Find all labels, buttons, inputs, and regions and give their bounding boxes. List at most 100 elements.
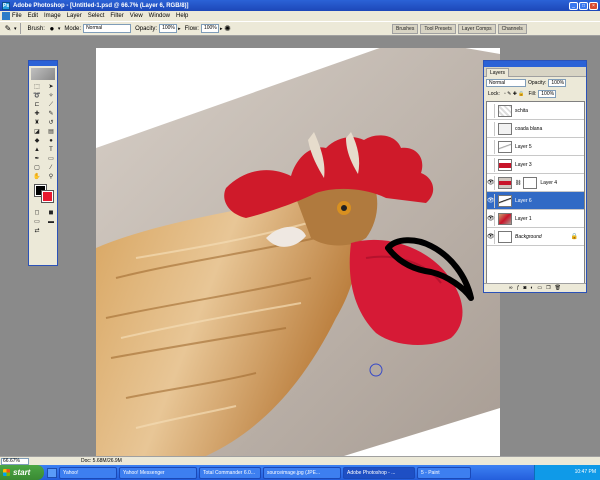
jump-to-imageready-icon[interactable]: ⇄ [31, 227, 43, 235]
well-tab-brushes[interactable]: Brushes [392, 24, 419, 34]
close-button[interactable]: × [589, 1, 598, 10]
brush-chevron-icon[interactable]: ▾ [58, 26, 61, 32]
menu-image[interactable]: Image [44, 13, 61, 19]
tab-layers[interactable]: Layers [486, 68, 510, 77]
menu-layer[interactable]: Layer [67, 13, 82, 19]
start-button[interactable]: start [0, 465, 44, 480]
blur-tool-icon[interactable]: ◆ [31, 137, 43, 145]
dodge-tool-icon[interactable]: ● [45, 137, 57, 145]
crop-tool-icon[interactable]: ⊏ [31, 101, 43, 109]
eye-icon[interactable]: 👁 [487, 193, 495, 208]
layer-row-background[interactable]: 👁 Background 🔒 [487, 228, 584, 246]
menu-window[interactable]: Window [149, 13, 170, 19]
brush-tool-icon[interactable]: ✎ [3, 24, 13, 34]
visibility-toggle[interactable] [487, 157, 495, 172]
task-paint[interactable]: 5 - Paint [417, 466, 471, 479]
move-tool-icon[interactable]: ➤ [45, 83, 57, 91]
layer-row-layer-1[interactable]: 👁 Layer 1 [487, 210, 584, 228]
type-tool-icon[interactable]: T [45, 146, 57, 154]
chain-link-icon[interactable]: ⛓ [515, 180, 521, 186]
screen-mode-icon[interactable]: ▭ [31, 218, 43, 226]
task-total-commander[interactable]: Total Commander 6.0... [199, 466, 261, 479]
tool-preset-chevron-icon[interactable]: ▾ [14, 26, 17, 32]
task-sourceimage[interactable]: sourceimage.jpg (JPE... [263, 466, 341, 479]
menu-select[interactable]: Select [88, 13, 105, 19]
visibility-toggle[interactable] [487, 139, 495, 154]
path-selection-tool-icon[interactable]: ▲ [31, 146, 43, 154]
gradient-tool-icon[interactable]: ▤ [45, 128, 57, 136]
marquee-tool-icon[interactable]: ⬚ [31, 83, 43, 91]
healing-brush-tool-icon[interactable]: ✚ [31, 110, 43, 118]
clock[interactable]: 10:47 PM [575, 469, 596, 475]
mode-select[interactable]: Normal [83, 24, 132, 33]
doc-size[interactable]: Doc: 5.68M/26.9M [81, 458, 122, 464]
menu-filter[interactable]: Filter [110, 13, 123, 19]
well-tab-channels[interactable]: Channels [497, 24, 527, 34]
clone-stamp-tool-icon[interactable]: ♜ [31, 119, 43, 127]
layer-row-schita[interactable]: schita [487, 102, 584, 120]
eraser-tool-icon[interactable]: ◪ [31, 128, 43, 136]
tools-palette-header[interactable] [29, 61, 57, 66]
task-yahoo-messenger[interactable]: Yahoo! Messenger [119, 466, 197, 479]
minimize-button[interactable]: _ [569, 1, 578, 10]
task-adobe-photoshop[interactable]: Adobe Photoshop - ... [343, 466, 415, 479]
lock-icons[interactable]: ▫ ✎ ✚ 🔒 [504, 91, 525, 97]
new-layer-icon[interactable]: ❐ [546, 285, 550, 291]
blend-mode-select[interactable]: Normal [486, 78, 526, 87]
fill-input[interactable]: 100% [538, 89, 557, 98]
slice-tool-icon[interactable]: ⟋ [45, 101, 57, 109]
quick-mask-mode-icon[interactable]: ◼ [45, 209, 57, 217]
layer-opacity-input[interactable]: 100% [548, 78, 567, 87]
layer-row-layer-6[interactable]: 👁 Layer 6 [487, 192, 584, 210]
new-group-icon[interactable]: ▭ [537, 285, 542, 291]
notes-tool-icon[interactable]: ▢ [31, 164, 43, 172]
flow-input[interactable]: 100% [200, 24, 219, 33]
standard-mode-icon[interactable]: ◻ [31, 209, 43, 217]
link-layers-icon[interactable]: ∞ [509, 285, 513, 291]
menu-help[interactable]: Help [176, 13, 188, 19]
layer-row-coada-blana[interactable]: coada blana [487, 120, 584, 138]
magic-wand-tool-icon[interactable]: ✧ [45, 92, 57, 100]
task-yahoo[interactable]: Yahoo! [59, 466, 117, 479]
layer-mask-thumbnail[interactable] [523, 176, 538, 189]
eyedropper-tool-icon[interactable]: ⁄ [45, 164, 57, 172]
palette-well: Brushes Tool Presets Layer Comps Channel… [392, 24, 527, 34]
quick-launch-icon[interactable] [47, 467, 57, 478]
lasso-tool-icon[interactable]: ➰ [31, 92, 43, 100]
pen-tool-icon[interactable]: ✒ [31, 155, 43, 163]
menu-view[interactable]: View [130, 13, 143, 19]
menu-edit[interactable]: Edit [28, 13, 38, 19]
visibility-toggle[interactable] [487, 121, 495, 136]
brush-tool-icon[interactable]: ✎ [45, 110, 57, 118]
adobe-feather-icon[interactable] [31, 68, 55, 80]
image-canvas[interactable] [96, 48, 500, 456]
well-tab-tool-presets[interactable]: Tool Presets [420, 24, 456, 34]
photoshop-app-icon[interactable]: Ps [2, 1, 10, 10]
layer-row-layer-4[interactable]: 👁 ⛓ Layer 4 [487, 174, 584, 192]
add-mask-icon[interactable]: ◙ [523, 285, 526, 291]
maximize-button[interactable]: □ [579, 1, 588, 10]
full-screen-mode-icon[interactable]: ▬ [45, 218, 57, 226]
history-brush-tool-icon[interactable]: ↺ [45, 119, 57, 127]
visibility-toggle[interactable] [487, 103, 495, 118]
menu-file[interactable]: File [12, 13, 22, 19]
trash-icon[interactable]: 🗑 [555, 285, 561, 291]
eye-icon[interactable]: 👁 [487, 229, 495, 244]
eye-icon[interactable]: 👁 [487, 211, 495, 226]
well-tab-layer-comps[interactable]: Layer Comps [457, 24, 496, 34]
layer-row-layer-3[interactable]: Layer 3 [487, 156, 584, 174]
adjustment-layer-icon[interactable]: ◐ [530, 285, 533, 291]
brush-preset-icon[interactable]: ● [47, 24, 57, 34]
eye-icon[interactable]: 👁 [487, 175, 495, 190]
zoom-field[interactable]: 66.67% [1, 457, 29, 465]
opacity-input[interactable]: 100% [159, 24, 178, 33]
zoom-tool-icon[interactable]: ⚲ [45, 173, 57, 181]
airbrush-icon[interactable]: ✺ [222, 24, 232, 34]
layer-style-icon[interactable]: ƒ [517, 285, 520, 291]
document-icon[interactable] [2, 12, 10, 20]
hand-tool-icon[interactable]: ✋ [31, 173, 43, 181]
shape-tool-icon[interactable]: ▭ [45, 155, 57, 163]
opacity-chevron-icon[interactable]: ▸ [178, 26, 181, 32]
background-color-swatch[interactable] [41, 190, 54, 203]
layer-row-layer-5[interactable]: Layer 5 [487, 138, 584, 156]
